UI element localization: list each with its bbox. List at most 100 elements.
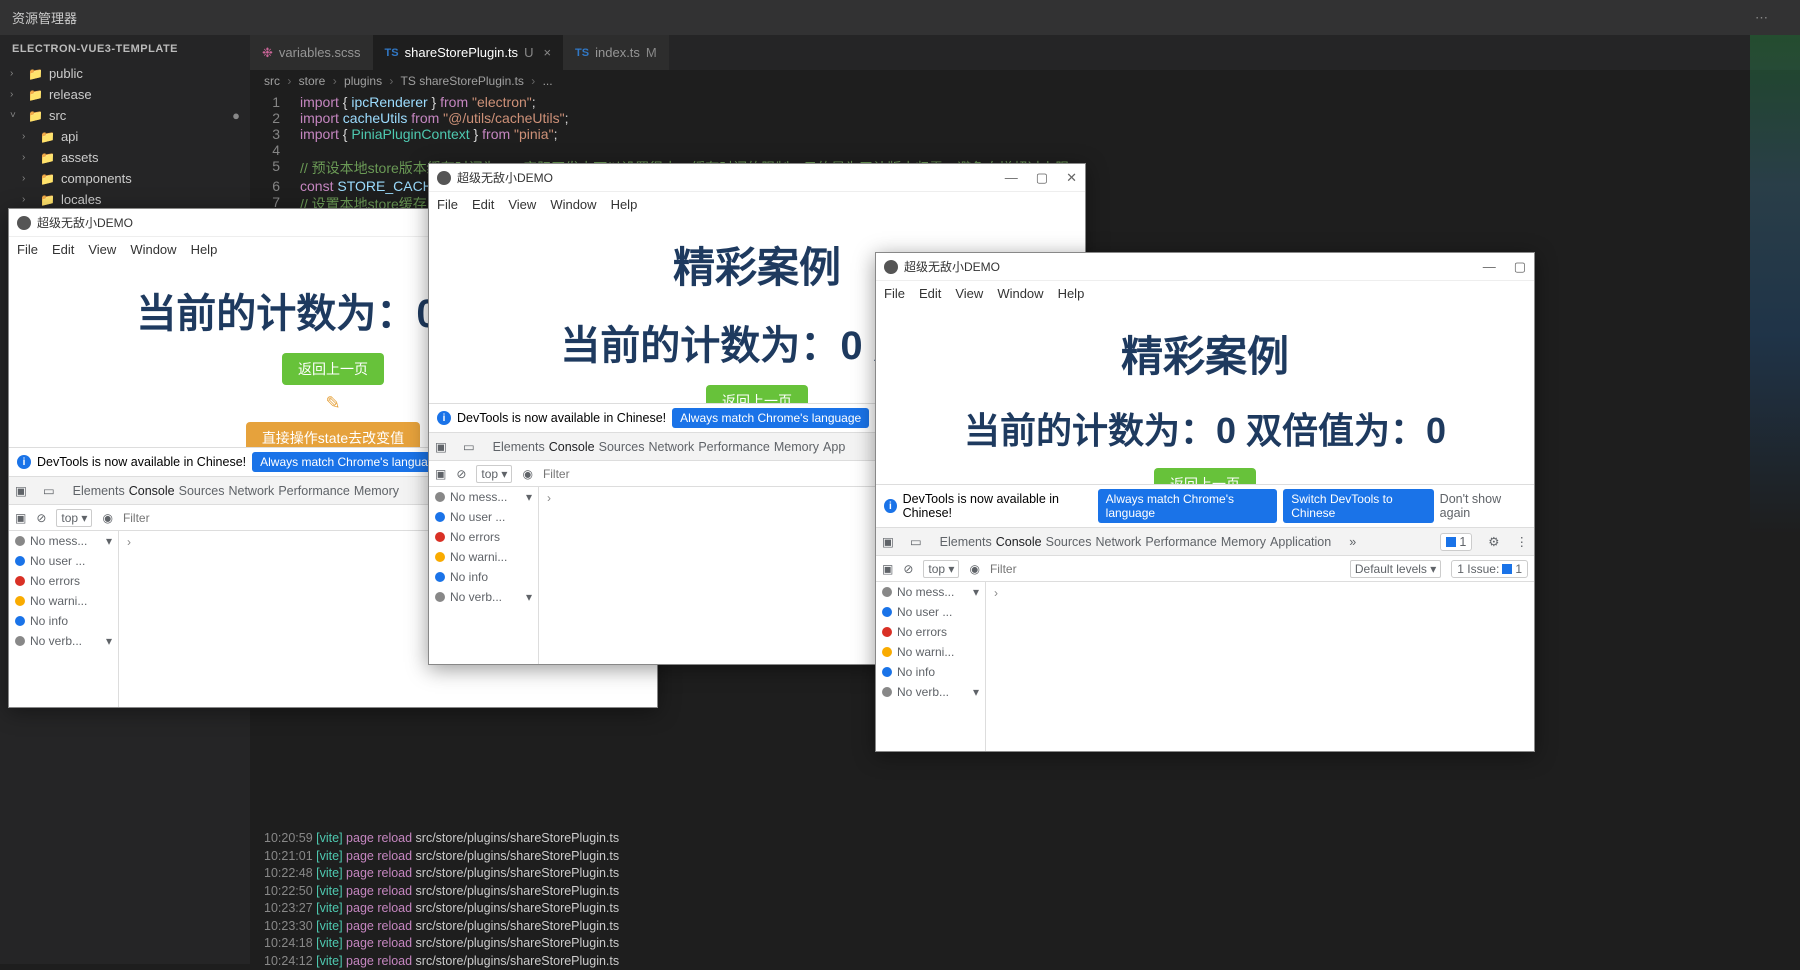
issues-badge[interactable]: 1 Issue:1 xyxy=(1451,560,1528,578)
tree-item[interactable]: ›📁components xyxy=(0,168,250,189)
devtools-tab[interactable]: Elements xyxy=(71,478,127,504)
menu-item[interactable]: Window xyxy=(550,197,596,212)
devtools-tab[interactable]: Network xyxy=(226,478,276,504)
match-lang-button[interactable]: Always match Chrome's language xyxy=(252,452,449,472)
tree-item[interactable]: ›📁api xyxy=(0,126,250,147)
device-icon[interactable]: ▭ xyxy=(463,439,475,454)
tree-item[interactable]: ›📁public xyxy=(0,63,250,84)
menu-item[interactable]: File xyxy=(884,286,905,301)
state-button[interactable]: 直接操作state去改变值 xyxy=(246,422,420,447)
inspect-icon[interactable]: ▣ xyxy=(882,534,894,549)
clear-icon[interactable]: ⊘ xyxy=(36,511,46,525)
tree-item[interactable]: ›📁assets xyxy=(0,147,250,168)
devtools-tab[interactable]: Console xyxy=(127,478,177,506)
match-lang-button[interactable]: Always match Chrome's language xyxy=(672,408,869,428)
console-filter-row[interactable]: No mess...▾ xyxy=(9,531,118,551)
devtools-tab[interactable]: Sources xyxy=(597,434,647,460)
window-menu[interactable]: FileEditViewWindowHelp xyxy=(429,192,1085,216)
console-filter-row[interactable]: No info xyxy=(9,611,118,631)
context-select[interactable]: top ▾ xyxy=(56,509,92,527)
terminal[interactable]: 10:20:59 [vite] page reload src/store/pl… xyxy=(250,824,1800,964)
console-filter-row[interactable]: No mess...▾ xyxy=(876,582,985,602)
console-output[interactable]: › xyxy=(986,582,1534,751)
window-titlebar[interactable]: 超级无敌小DEMO —▢ xyxy=(876,253,1534,281)
devtools-tab[interactable]: Sources xyxy=(1044,529,1094,555)
tree-item[interactable]: ˅📁src● xyxy=(0,105,250,126)
sidebar-toggle-icon[interactable]: ▣ xyxy=(435,467,446,481)
console-filter-row[interactable]: No errors xyxy=(876,622,985,642)
breadcrumb[interactable]: src › store › plugins › TS shareStorePlu… xyxy=(250,70,1800,92)
clear-icon[interactable]: ⊘ xyxy=(903,562,913,576)
console-filter-row[interactable]: No mess...▾ xyxy=(429,487,538,507)
inspect-icon[interactable]: ▣ xyxy=(15,483,27,498)
menu-item[interactable]: File xyxy=(437,197,458,212)
menu-item[interactable]: View xyxy=(508,197,536,212)
menu-item[interactable]: Help xyxy=(191,242,218,257)
switch-lang-button[interactable]: Switch DevTools to Chinese xyxy=(1283,489,1433,523)
console-sidebar[interactable]: No mess...▾No user ...No errorsNo warni.… xyxy=(876,582,986,751)
back-button[interactable]: 返回上一页 xyxy=(282,353,384,385)
menu-item[interactable]: Help xyxy=(1058,286,1085,301)
menu-item[interactable]: Edit xyxy=(919,286,941,301)
devtools-tab[interactable]: Memory xyxy=(352,478,401,504)
devtools-tab[interactable]: Memory xyxy=(772,434,821,460)
context-select[interactable]: top ▾ xyxy=(923,560,959,578)
devtools-tab[interactable]: Console xyxy=(547,434,597,462)
devtools-tab[interactable]: Performance xyxy=(276,478,352,504)
device-icon[interactable]: ▭ xyxy=(910,534,922,549)
editor-tab[interactable]: TSshareStorePlugin.tsU× xyxy=(373,35,564,70)
devtools-tab[interactable]: Performance xyxy=(696,434,772,460)
sidebar-toggle-icon[interactable]: ▣ xyxy=(15,511,26,525)
devtools-tab[interactable]: Network xyxy=(1093,529,1143,555)
menu-item[interactable]: Edit xyxy=(52,242,74,257)
menu-item[interactable]: Edit xyxy=(472,197,494,212)
back-button[interactable]: 返回上一页 xyxy=(1154,468,1256,484)
console-filter-row[interactable]: No user ... xyxy=(9,551,118,571)
minimap[interactable] xyxy=(1750,35,1800,535)
console-filter-row[interactable]: No warni... xyxy=(876,642,985,662)
eye-icon[interactable]: ◉ xyxy=(969,562,979,576)
menu-item[interactable]: Window xyxy=(130,242,176,257)
console-filter-row[interactable]: No verb...▾ xyxy=(9,631,118,651)
devtools-tab[interactable]: Console xyxy=(994,529,1044,557)
back-button[interactable]: 返回上一页 xyxy=(706,385,808,403)
eye-icon[interactable]: ◉ xyxy=(102,511,112,525)
editor-tab[interactable]: ❉variables.scss xyxy=(250,35,373,70)
console-sidebar[interactable]: No mess...▾No user ...No errorsNo warni.… xyxy=(429,487,539,664)
window-controls[interactable]: —▢✕ xyxy=(1005,170,1077,186)
dont-show-link[interactable]: Don't show again xyxy=(1440,492,1526,520)
console-filter-row[interactable]: No info xyxy=(429,567,538,587)
console-filter-row[interactable]: No info xyxy=(876,662,985,682)
menu-item[interactable]: Window xyxy=(997,286,1043,301)
console-filter-row[interactable]: No errors xyxy=(429,527,538,547)
inspect-icon[interactable]: ▣ xyxy=(435,439,447,454)
console-filter-row[interactable]: No verb...▾ xyxy=(876,682,985,702)
edit-icon[interactable]: ✎ xyxy=(325,393,340,414)
devtools-tab[interactable]: Memory xyxy=(1219,529,1268,555)
tree-item[interactable]: ›📁locales xyxy=(0,189,250,210)
sidebar-toggle-icon[interactable]: ▣ xyxy=(882,562,893,576)
console-filter-row[interactable]: No verb...▾ xyxy=(429,587,538,607)
console-filter-row[interactable]: No user ... xyxy=(876,602,985,622)
console-filter-row[interactable]: No errors xyxy=(9,571,118,591)
menu-item[interactable]: View xyxy=(88,242,116,257)
menu-item[interactable]: File xyxy=(17,242,38,257)
devtools-tab[interactable]: Application xyxy=(1268,529,1333,555)
kebab-icon[interactable]: ⋮ xyxy=(1516,534,1529,549)
devtools-tab[interactable]: Elements xyxy=(491,434,547,460)
console-filter-row[interactable]: No warni... xyxy=(429,547,538,567)
window-titlebar[interactable]: 超级无敌小DEMO —▢✕ xyxy=(429,164,1085,192)
devtools-tab[interactable]: Elements xyxy=(938,529,994,555)
more-icon[interactable]: ⋯ xyxy=(1755,10,1768,26)
filter-input[interactable] xyxy=(990,562,1340,576)
settings-icon[interactable]: ⚙ xyxy=(1488,534,1499,549)
devtools-tab[interactable]: App xyxy=(821,434,847,460)
clear-icon[interactable]: ⊘ xyxy=(456,467,466,481)
context-select[interactable]: top ▾ xyxy=(476,465,512,483)
console-sidebar[interactable]: No mess...▾No user ...No errorsNo warni.… xyxy=(9,531,119,707)
console-filter-row[interactable]: No user ... xyxy=(429,507,538,527)
match-lang-button[interactable]: Always match Chrome's language xyxy=(1098,489,1278,523)
window-controls[interactable]: —▢ xyxy=(1483,259,1526,275)
window-menu[interactable]: FileEditViewWindowHelp xyxy=(876,281,1534,305)
tree-item[interactable]: ›📁release xyxy=(0,84,250,105)
